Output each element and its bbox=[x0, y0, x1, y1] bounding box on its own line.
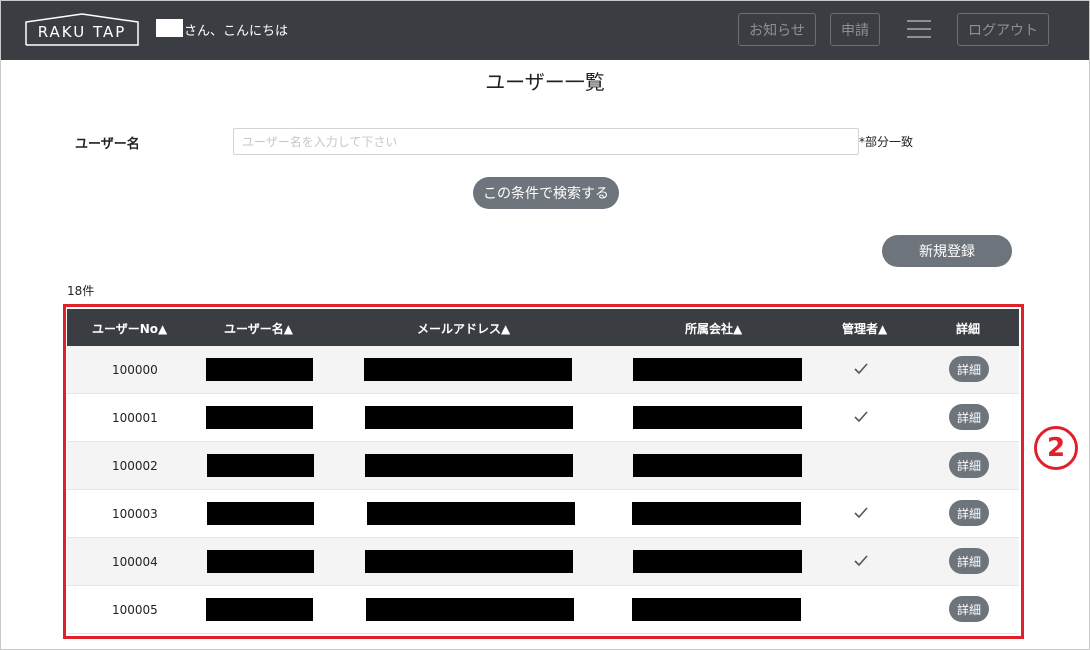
table-row: 100000 詳細 bbox=[67, 346, 1019, 394]
detail-button[interactable]: 詳細 bbox=[949, 452, 989, 478]
redacted-company bbox=[632, 598, 801, 621]
table-header: ユーザーNo▲ ユーザー名▲ メールアドレス▲ 所属会社▲ 管理者▲ 詳細 bbox=[67, 309, 1019, 346]
admin-check-icon bbox=[854, 555, 868, 567]
search-submit-button[interactable]: この条件で検索する bbox=[473, 177, 619, 209]
user-no-cell: 100005 bbox=[112, 603, 158, 617]
logout-button[interactable]: ログアウト bbox=[957, 13, 1049, 46]
redacted-user-name bbox=[206, 358, 313, 381]
redacted-company bbox=[633, 406, 802, 429]
redacted-email bbox=[364, 358, 572, 381]
table-row: 100005 詳細 bbox=[67, 586, 1019, 634]
table-row: 100003 詳細 bbox=[67, 490, 1019, 538]
redacted-email bbox=[367, 502, 575, 525]
apply-button[interactable]: 申請 bbox=[830, 13, 880, 46]
page-title: ユーザー一覧 bbox=[485, 70, 605, 94]
user-no-cell: 100003 bbox=[112, 507, 158, 521]
detail-button[interactable]: 詳細 bbox=[949, 356, 989, 382]
redacted-user-name bbox=[206, 406, 313, 429]
admin-check-icon bbox=[854, 507, 868, 519]
table-row: 100001 詳細 bbox=[67, 394, 1019, 442]
new-register-button[interactable]: 新規登録 bbox=[882, 235, 1012, 267]
admin-check-icon bbox=[854, 411, 868, 423]
header-company[interactable]: 所属会社▲ bbox=[685, 320, 742, 337]
redacted-user-name bbox=[207, 502, 314, 525]
partial-match-note: *部分一致 bbox=[859, 135, 914, 149]
redacted-user-name bbox=[207, 454, 314, 477]
redacted-company bbox=[633, 358, 802, 381]
user-no-cell: 100001 bbox=[112, 411, 158, 425]
redacted-email bbox=[365, 550, 573, 573]
redacted-company bbox=[632, 502, 801, 525]
header-user-name[interactable]: ユーザー名▲ bbox=[224, 320, 293, 337]
redacted-company bbox=[633, 550, 802, 573]
redacted-email bbox=[365, 454, 573, 477]
redacted-user-name bbox=[207, 550, 314, 573]
header-admin[interactable]: 管理者▲ bbox=[842, 320, 887, 337]
top-header: RAKU TAP さん、こんにちは お知らせ 申請 ログアウト bbox=[1, 1, 1089, 60]
user-no-cell: 100002 bbox=[112, 459, 158, 473]
user-no-cell: 100004 bbox=[112, 555, 158, 569]
redacted-company bbox=[633, 454, 802, 477]
table-row: 100002 詳細 bbox=[67, 442, 1019, 490]
result-count: 18件 bbox=[67, 284, 95, 298]
user-name-label: ユーザー名 bbox=[75, 137, 140, 152]
detail-button[interactable]: 詳細 bbox=[949, 548, 989, 574]
detail-button[interactable]: 詳細 bbox=[949, 596, 989, 622]
redacted-user-name bbox=[156, 19, 183, 37]
header-user-no[interactable]: ユーザーNo▲ bbox=[92, 320, 167, 337]
detail-button[interactable]: 詳細 bbox=[949, 404, 989, 430]
greeting-text: さん、こんにちは bbox=[184, 24, 289, 39]
header-detail: 詳細 bbox=[956, 322, 981, 336]
redacted-email bbox=[365, 406, 573, 429]
user-name-search-input[interactable] bbox=[233, 128, 859, 155]
logo-text: RAKU TAP bbox=[37, 23, 127, 41]
table-row: 100004 詳細 bbox=[67, 538, 1019, 586]
redacted-email bbox=[366, 598, 574, 621]
detail-button[interactable]: 詳細 bbox=[949, 500, 989, 526]
admin-check-icon bbox=[854, 363, 868, 375]
hamburger-menu-icon[interactable] bbox=[907, 20, 931, 40]
redacted-user-name bbox=[206, 598, 313, 621]
raku-tap-logo[interactable]: RAKU TAP bbox=[25, 13, 139, 46]
user-no-cell: 100000 bbox=[112, 363, 158, 377]
user-table: ユーザーNo▲ ユーザー名▲ メールアドレス▲ 所属会社▲ 管理者▲ 詳細 10… bbox=[67, 309, 1019, 634]
header-email[interactable]: メールアドレス▲ bbox=[417, 320, 510, 337]
notice-button[interactable]: お知らせ bbox=[738, 13, 816, 46]
annotation-callout-number: 2 bbox=[1034, 426, 1078, 470]
